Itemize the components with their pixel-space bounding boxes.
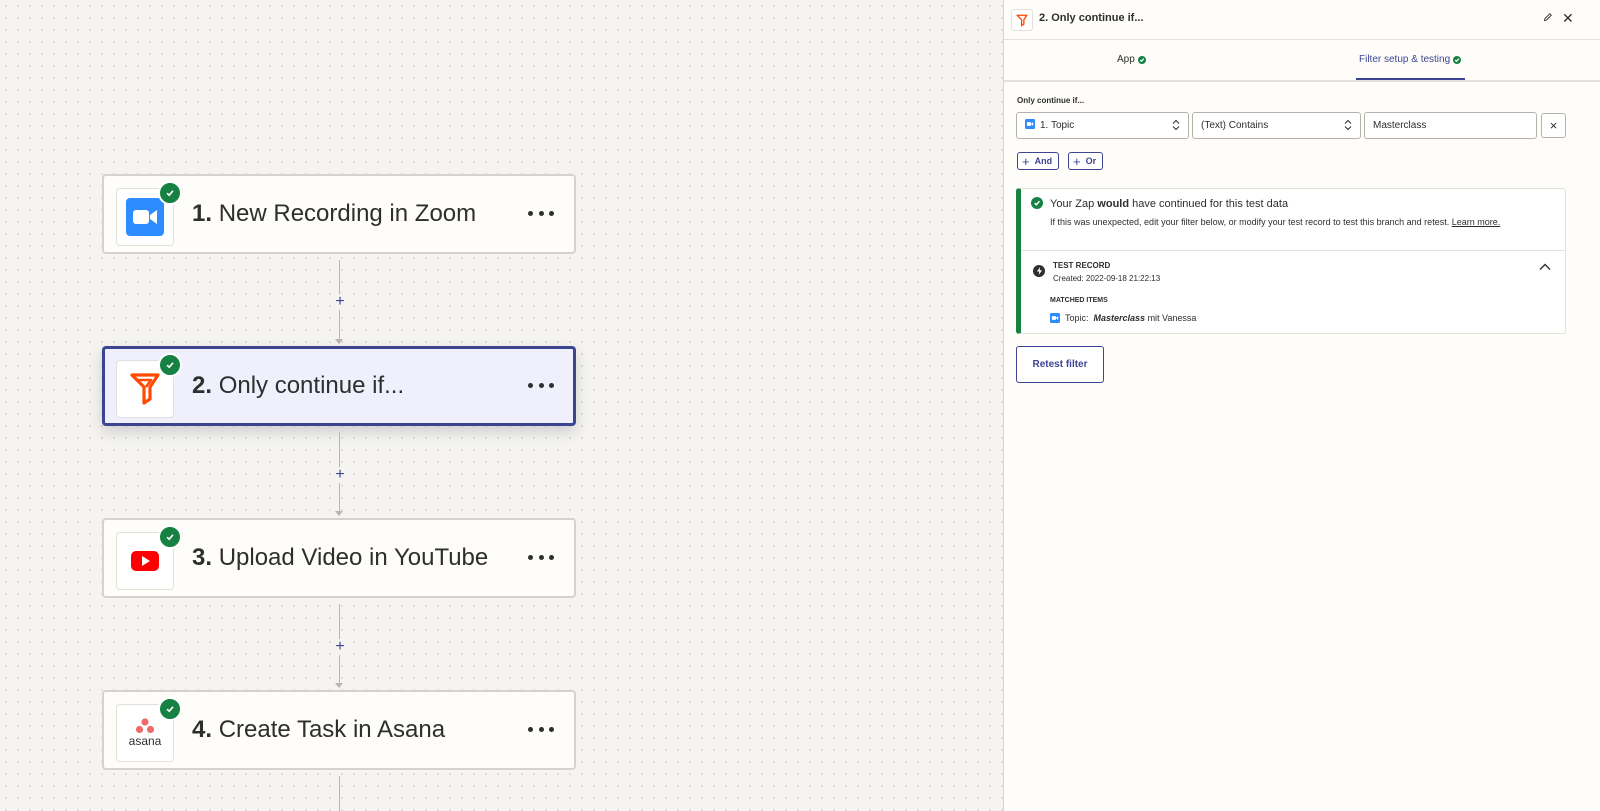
zoom-icon: [1025, 119, 1035, 129]
tab-complete-check-icon: [1137, 56, 1146, 64]
more-options-icon[interactable]: [528, 547, 554, 567]
test-record-title: TEST RECORD: [1053, 261, 1111, 270]
chevron-up-icon[interactable]: [1539, 263, 1551, 271]
plus-icon: +: [1073, 153, 1081, 169]
close-icon[interactable]: ✕: [1562, 11, 1574, 25]
add-step-button[interactable]: +: [332, 294, 348, 310]
tab-complete-check-icon: [1453, 56, 1462, 64]
filter-value-input[interactable]: Masterclass: [1364, 112, 1537, 139]
panel-title: 2. Only continue if...: [1039, 12, 1144, 24]
select-chevron-icon: [1172, 119, 1180, 131]
lightning-bolt-icon: [1033, 265, 1045, 277]
step-card-zoom[interactable]: 1. New Recording in Zoom: [102, 174, 576, 254]
step-complete-check-icon: [158, 353, 182, 377]
matched-item: Topic: Masterclass mit Vanessa: [1050, 313, 1196, 323]
filter-icon: [1016, 14, 1028, 26]
matched-items-label: MATCHED ITEMS: [1050, 297, 1108, 304]
filter-condition-select[interactable]: (Text) Contains: [1192, 112, 1361, 139]
step-complete-check-icon: [158, 697, 182, 721]
step-connector: [339, 776, 340, 811]
more-options-icon[interactable]: [528, 375, 554, 395]
more-options-icon[interactable]: [528, 203, 554, 223]
youtube-icon: [131, 551, 159, 571]
active-tab-indicator: [1356, 78, 1465, 80]
step-card-youtube[interactable]: 3. Upload Video in YouTube: [102, 518, 576, 598]
filter-icon: [130, 373, 160, 405]
add-or-condition-button[interactable]: + Or: [1068, 152, 1104, 170]
filter-test-result: Your Zap would have continued for this t…: [1016, 188, 1566, 334]
panel-header: 2. Only continue if... ✕: [1004, 0, 1600, 40]
step-title: 2. Only continue if...: [192, 372, 405, 399]
asana-icon: [135, 718, 155, 734]
pencil-icon[interactable]: [1543, 12, 1553, 22]
step-card-filter[interactable]: 2. Only continue if...: [102, 346, 576, 426]
filter-field-select[interactable]: 1. Topic: [1016, 112, 1189, 139]
zap-editor-canvas[interactable]: 1. New Recording in Zoom + 2. Only conti…: [0, 0, 1024, 811]
result-description: If this was unexpected, edit your filter…: [1050, 217, 1501, 227]
test-record-created: Created: 2022-09-18 21:22:13: [1053, 274, 1161, 283]
remove-condition-button[interactable]: ×: [1541, 113, 1566, 138]
step-title: 4. Create Task in Asana: [192, 716, 446, 743]
step-complete-check-icon: [158, 525, 182, 549]
divider: [1021, 250, 1566, 251]
asana-logo-text: asana: [128, 734, 162, 748]
more-options-icon[interactable]: [528, 719, 554, 739]
panel-tabs: App Filter setup & testing: [1004, 40, 1600, 82]
tab-filter-setup-testing[interactable]: Filter setup & testing: [1359, 40, 1462, 80]
step-complete-check-icon: [158, 181, 182, 205]
zoom-icon: [126, 198, 164, 236]
success-check-icon: [1031, 197, 1043, 209]
step-title: 3. Upload Video in YouTube: [192, 544, 489, 571]
select-chevron-icon: [1344, 119, 1352, 131]
filter-app-icon: [1011, 9, 1033, 31]
filter-rule-label: Only continue if...: [1017, 96, 1085, 105]
add-step-button[interactable]: +: [332, 467, 348, 483]
tab-app[interactable]: App: [1117, 40, 1146, 80]
step-card-asana[interactable]: asana 4. Create Task in Asana: [102, 690, 576, 770]
add-step-button[interactable]: +: [332, 639, 348, 655]
step-title: 1. New Recording in Zoom: [192, 200, 477, 227]
retest-filter-button[interactable]: Retest filter: [1016, 346, 1104, 383]
result-title: Your Zap would have continued for this t…: [1050, 198, 1289, 210]
plus-icon: +: [1022, 153, 1030, 169]
zoom-icon: [1050, 313, 1060, 323]
add-and-condition-button[interactable]: + And: [1017, 152, 1060, 170]
step-detail-panel: 2. Only continue if... ✕ App Filter setu…: [1003, 0, 1600, 811]
learn-more-link[interactable]: Learn more.: [1452, 217, 1501, 227]
